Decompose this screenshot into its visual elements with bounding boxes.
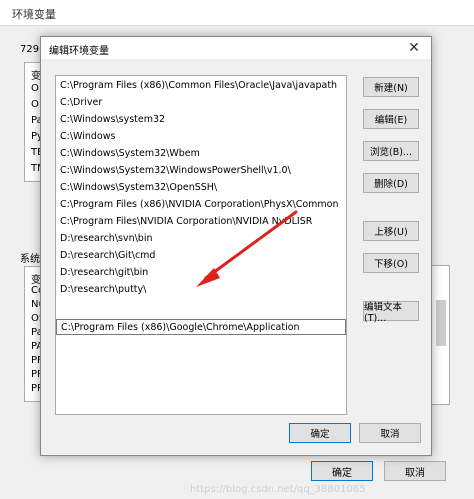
- path-item[interactable]: C:\Program Files (x86)\Common Files\Orac…: [56, 78, 346, 94]
- browse-button[interactable]: 浏览(B)...: [363, 141, 419, 161]
- path-item[interactable]: C:\Program Files (x86)\NVIDIA Corporatio…: [56, 197, 346, 213]
- edit-button[interactable]: 编辑(E): [363, 109, 419, 129]
- scrollbar-thumb[interactable]: [436, 300, 446, 346]
- path-item[interactable]: D:\research\putty\: [56, 282, 346, 298]
- watermark: https://blog.csdn.net/qq_38801065: [190, 484, 366, 495]
- path-item[interactable]: C:\Windows\System32\WindowsPowerShell\v1…: [56, 163, 346, 179]
- environment-variables-titlebar: 环境变量: [0, 0, 474, 26]
- dialog-title: 编辑环境变量: [49, 46, 109, 57]
- path-item-selected[interactable]: C:\Program Files (x86)\Google\Chrome\App…: [56, 319, 346, 335]
- user-variables-label: 729: [20, 44, 40, 55]
- environment-variables-title: 环境变量: [12, 8, 56, 21]
- user-variable-row[interactable]: O: [31, 99, 39, 110]
- path-item[interactable]: D:\research\git\bin: [56, 265, 346, 281]
- close-icon[interactable]: ✕: [403, 39, 425, 57]
- system-variables-label: 系统: [20, 254, 40, 265]
- user-variable-row[interactable]: O: [31, 83, 39, 94]
- move-up-button[interactable]: 上移(U): [363, 221, 419, 241]
- dialog-ok-button[interactable]: 确定: [289, 423, 351, 443]
- environment-ok-button[interactable]: 确定: [311, 461, 373, 481]
- new-button[interactable]: 新建(N): [363, 77, 419, 97]
- path-item[interactable]: C:\Windows\System32\Wbem: [56, 146, 346, 162]
- path-item[interactable]: C:\Program Files\NVIDIA Corporation\NVID…: [56, 214, 346, 230]
- path-item[interactable]: C:\Windows\System32\OpenSSH\: [56, 180, 346, 196]
- path-item[interactable]: D:\research\Git\cmd: [56, 248, 346, 264]
- path-item[interactable]: C:\Windows\system32: [56, 112, 346, 128]
- edit-environment-variable-dialog: 编辑环境变量 ✕ C:\Program Files (x86)\Common F…: [40, 36, 432, 456]
- path-item[interactable]: C:\Windows: [56, 129, 346, 145]
- dialog-titlebar: 编辑环境变量 ✕: [41, 37, 431, 59]
- path-item[interactable]: D:\research\svn\bin: [56, 231, 346, 247]
- path-list[interactable]: C:\Program Files (x86)\Common Files\Orac…: [55, 75, 347, 415]
- delete-button[interactable]: 删除(D): [363, 173, 419, 193]
- path-item[interactable]: C:\Driver: [56, 95, 346, 111]
- environment-cancel-button[interactable]: 取消: [384, 461, 446, 481]
- move-down-button[interactable]: 下移(O): [363, 253, 419, 273]
- edit-text-button[interactable]: 编辑文本(T)...: [363, 301, 419, 324]
- dialog-cancel-button[interactable]: 取消: [359, 423, 421, 443]
